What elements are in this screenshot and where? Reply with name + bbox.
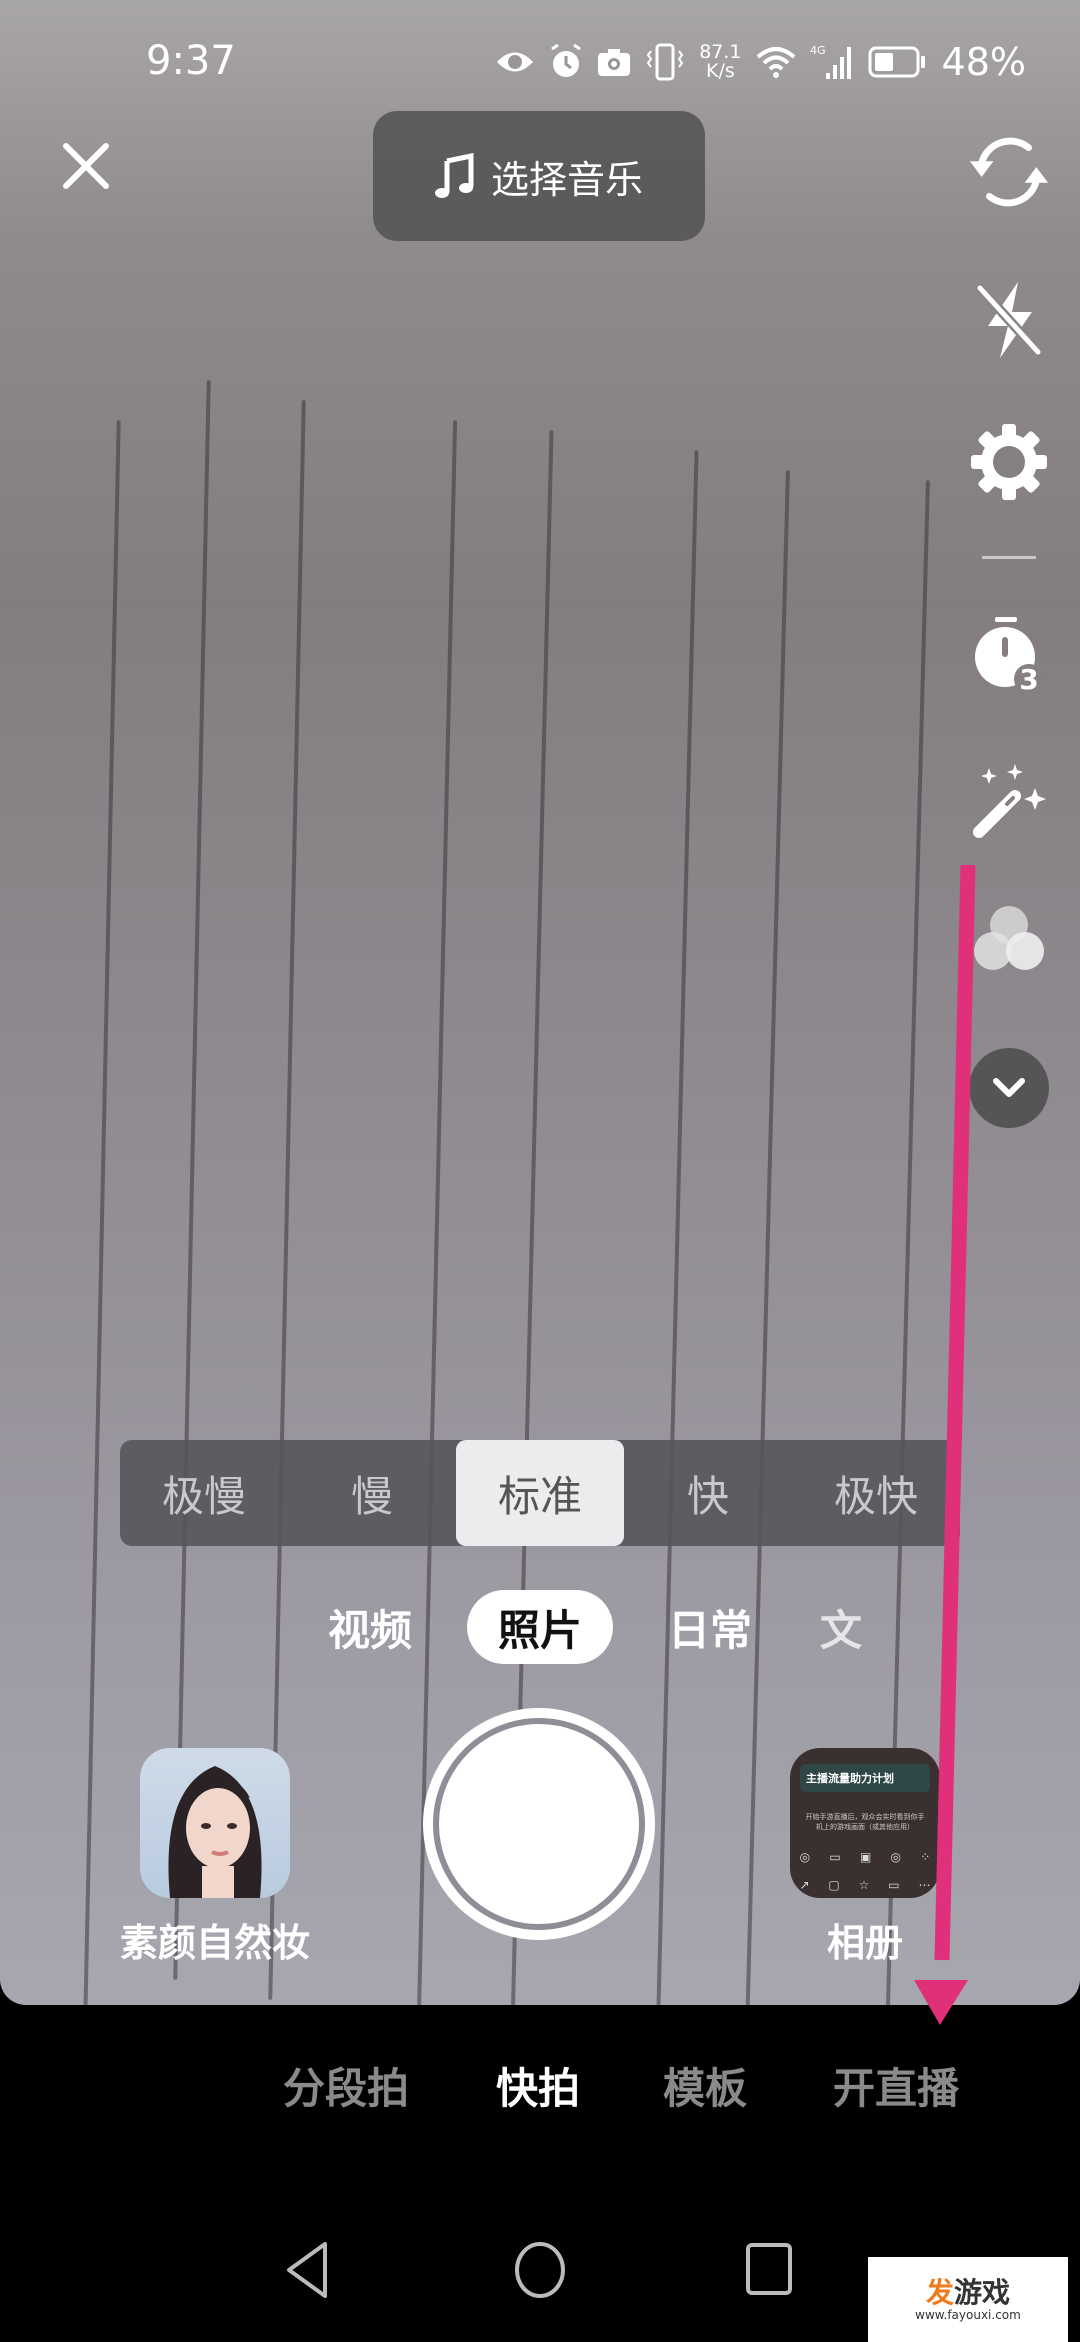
capture-mode-selector: 视频 照片 日常 文 bbox=[0, 1590, 1080, 1670]
bottom-tab-bar: 分段拍 快拍 模板 开直播 bbox=[0, 2055, 1080, 2125]
svg-text:3: 3 bbox=[1019, 663, 1038, 695]
watermark: 发游戏 www.fayouxi.com bbox=[868, 2257, 1068, 2342]
filter-button[interactable] bbox=[968, 905, 1050, 975]
recents-icon[interactable] bbox=[745, 2242, 793, 2298]
toolbar-divider bbox=[968, 556, 1050, 559]
battery-icon bbox=[868, 46, 925, 78]
select-music-label: 选择音乐 bbox=[490, 157, 643, 202]
flash-button[interactable] bbox=[968, 280, 1050, 360]
eye-icon bbox=[497, 52, 534, 72]
speed-selector: 极慢 慢 标准 快 极快 bbox=[120, 1440, 960, 1546]
signal-icon: 4G bbox=[810, 44, 851, 79]
settings-button[interactable] bbox=[968, 422, 1050, 502]
flip-camera-button[interactable] bbox=[968, 135, 1050, 209]
speed-option[interactable]: 极快 bbox=[792, 1440, 960, 1546]
camera-viewfinder[interactable]: 9:37 87.1 K/s 4G 48% 选择音乐 3 极慢 慢 标准 快 极快… bbox=[0, 0, 1080, 2005]
magic-wand-icon bbox=[973, 764, 1046, 838]
back-icon[interactable] bbox=[283, 2240, 333, 2300]
effect-thumbnail[interactable] bbox=[140, 1748, 290, 1898]
filter-circles-icon bbox=[974, 906, 1044, 970]
network-speed: 87.1 K/s bbox=[699, 41, 742, 82]
camera-icon bbox=[598, 49, 631, 76]
status-time: 9:37 bbox=[146, 38, 236, 84]
album-label: 相册 bbox=[826, 1921, 903, 1965]
shutter-button[interactable] bbox=[423, 1708, 655, 1940]
battery-percent: 48% bbox=[941, 40, 1026, 84]
chevron-down-icon bbox=[993, 1078, 1025, 1097]
speed-option[interactable]: 快 bbox=[624, 1440, 792, 1546]
tab-quick-shot[interactable]: 快拍 bbox=[496, 2055, 580, 2116]
watermark-brand: 发游戏 bbox=[925, 2275, 1011, 2309]
effect-label: 素颜自然妆 bbox=[119, 1921, 310, 1965]
timer-icon: 3 bbox=[975, 617, 1044, 695]
album-preview-title: 主播流量助力计划 bbox=[800, 1764, 930, 1792]
scene-stripe bbox=[83, 420, 121, 2005]
wifi-icon bbox=[756, 47, 795, 78]
mode-photo[interactable]: 照片 bbox=[467, 1590, 613, 1664]
flip-camera-icon bbox=[969, 137, 1049, 207]
speed-option[interactable]: 慢 bbox=[288, 1440, 456, 1546]
status-bar: 9:37 87.1 K/s 4G 48% bbox=[0, 38, 1080, 98]
scene-stripe bbox=[744, 470, 790, 2005]
album-preview-text: 开始手游直播后，观众会实时看到你手机上的游戏画面（或其他应用） bbox=[805, 1813, 925, 1831]
close-icon[interactable] bbox=[60, 140, 112, 192]
svg-text:4G: 4G bbox=[810, 44, 826, 57]
timer-button[interactable]: 3 bbox=[968, 615, 1050, 695]
tab-template[interactable]: 模板 bbox=[663, 2055, 747, 2116]
tab-go-live[interactable]: 开直播 bbox=[833, 2055, 959, 2116]
scene-stripe bbox=[173, 380, 211, 1980]
mode-video[interactable]: 视频 bbox=[315, 1590, 425, 1664]
speed-option[interactable]: 极慢 bbox=[120, 1440, 288, 1546]
alarm-icon bbox=[551, 43, 582, 77]
speed-option-selected[interactable]: 标准 bbox=[456, 1440, 624, 1546]
mode-text[interactable]: 文 bbox=[820, 1590, 880, 1664]
flash-off-icon bbox=[976, 282, 1042, 358]
shutter-inner bbox=[433, 1718, 645, 1930]
mode-daily[interactable]: 日常 bbox=[655, 1590, 765, 1664]
gear-icon bbox=[971, 424, 1047, 500]
vibrate-icon bbox=[646, 43, 684, 81]
album-preview-actions: ↗ ▢ ☆ ▭ ⋯ bbox=[799, 1878, 931, 1892]
beauty-button[interactable] bbox=[968, 760, 1050, 840]
music-note-icon bbox=[434, 153, 474, 198]
album-preview-icons: ◎ ▭ ▣ ◎ ⁘ bbox=[799, 1850, 931, 1864]
portrait-image bbox=[168, 1766, 262, 1898]
home-icon[interactable] bbox=[513, 2240, 567, 2300]
scene-stripe bbox=[655, 450, 699, 2005]
tab-segmented-shoot[interactable]: 分段拍 bbox=[283, 2055, 409, 2116]
album-thumbnail[interactable]: 主播流量助力计划 开始手游直播后，观众会实时看到你手机上的游戏画面（或其他应用）… bbox=[790, 1748, 940, 1898]
select-music-button[interactable]: 选择音乐 bbox=[373, 111, 705, 241]
more-tools-button[interactable] bbox=[968, 1048, 1050, 1128]
